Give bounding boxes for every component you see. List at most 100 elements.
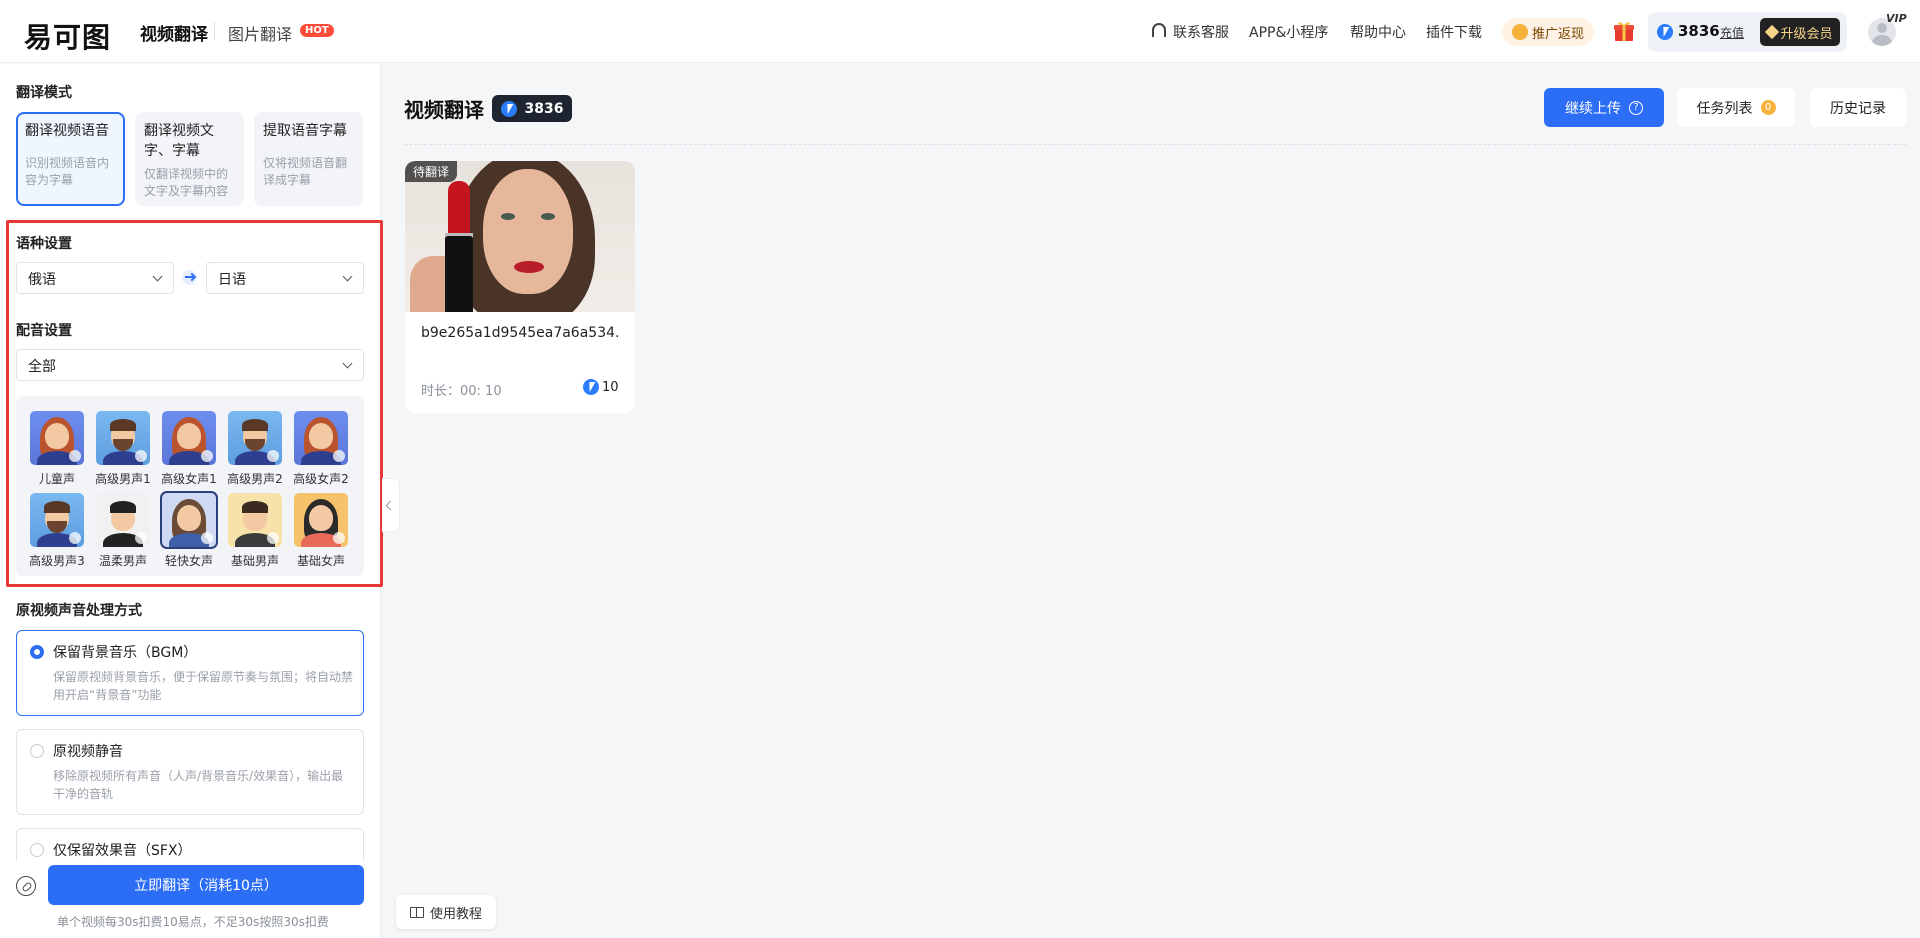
voice-label: 儿童声	[38, 472, 75, 486]
mode-card-voice[interactable]: 翻译视频语音 识别视频语音内容为字幕	[16, 112, 125, 206]
translate-button[interactable]: 立即翻译（消耗10点）	[48, 865, 364, 905]
voice-item[interactable]: 基础男声	[227, 493, 283, 569]
task-count-badge: 0	[1760, 100, 1776, 115]
mode-section-title: 翻译模式	[16, 85, 72, 101]
points-badge: 3836	[492, 95, 572, 122]
balance-value: 3836	[1678, 22, 1720, 40]
points-icon	[1657, 24, 1673, 40]
voice-item[interactable]: 高级男声1	[95, 411, 151, 487]
page-title: 视频翻译	[404, 98, 484, 122]
play-icon[interactable]	[69, 532, 81, 544]
diamond-icon	[1765, 24, 1780, 40]
voice-avatar	[30, 411, 84, 465]
support-link[interactable]: 联系客服	[1173, 22, 1229, 42]
continue-upload-button[interactable]: 继续上传 ?	[1544, 88, 1664, 127]
voice-label: 基础男声	[230, 554, 279, 568]
radio-button[interactable]	[30, 744, 44, 758]
target-language-select[interactable]: 日语	[206, 262, 364, 294]
mode-card-subtitle[interactable]: 提取语音字幕 仅将视频语音翻译成字幕	[254, 112, 363, 206]
divider	[404, 144, 1906, 145]
play-icon[interactable]	[267, 532, 279, 544]
audio-option-keep-bgm[interactable]: 保留背景音乐（BGM） 保留原视频背景音乐，便于保留原节奏与氛围；将自动禁用开启…	[16, 630, 364, 716]
points-icon	[583, 379, 599, 395]
voice-label: 高级男声1	[95, 472, 151, 486]
radio-button[interactable]	[30, 843, 44, 857]
help-icon[interactable]: ?	[1629, 100, 1643, 115]
voice-item[interactable]: 高级女声2	[293, 411, 349, 487]
mode-title: 翻译视频语音	[25, 123, 109, 139]
voice-item[interactable]: 高级男声3	[29, 493, 85, 569]
task-list-button[interactable]: 任务列表 0	[1677, 88, 1795, 127]
source-language-select[interactable]: 俄语	[16, 262, 174, 294]
dub-section-title: 配音设置	[16, 323, 72, 339]
mode-desc: 识别视频语音内容为字幕	[25, 156, 110, 187]
play-icon[interactable]	[267, 450, 279, 462]
mode-desc: 仅翻译视频中的文字及字幕内容	[144, 167, 229, 198]
arrow-right-icon	[182, 270, 197, 285]
promo-button[interactable]: 推广返现	[1502, 18, 1594, 46]
dub-filter-value: 全部	[28, 359, 56, 375]
play-icon[interactable]	[135, 532, 147, 544]
voice-avatar	[30, 493, 84, 547]
collapse-panel-handle[interactable]	[382, 478, 400, 532]
tasks-label: 任务列表	[1696, 100, 1753, 117]
play-icon[interactable]	[201, 450, 213, 462]
play-icon[interactable]	[69, 450, 81, 462]
history-button[interactable]: 历史记录	[1810, 88, 1906, 127]
upgrade-button[interactable]: 升级会员	[1760, 18, 1840, 46]
plugin-link[interactable]: 插件下载	[1426, 22, 1482, 42]
play-icon[interactable]	[333, 532, 345, 544]
top-bar: 易可图 视频翻译 图片翻译 HOT 联系客服 APP&小程序 帮助中心 插件下载…	[0, 0, 1920, 63]
radio-button[interactable]	[30, 645, 44, 659]
play-icon[interactable]	[135, 450, 147, 462]
hot-badge: HOT	[300, 24, 334, 37]
help-link[interactable]: 帮助中心	[1350, 22, 1406, 42]
gift-icon[interactable]	[1612, 19, 1636, 43]
billing-note: 单个视频每30s扣费10易点，不足30s按照30s扣费	[57, 915, 329, 929]
promo-label: 推广返现	[1531, 26, 1584, 42]
play-icon[interactable]	[201, 532, 213, 544]
app-link[interactable]: APP&小程序	[1249, 22, 1328, 42]
mode-desc: 仅将视频语音翻译成字幕	[263, 156, 348, 187]
play-icon[interactable]	[333, 450, 345, 462]
balance-box: 3836 充值 升级会员	[1648, 12, 1847, 52]
chevron-down-icon	[152, 271, 163, 282]
chevron-down-icon	[342, 358, 353, 369]
voice-item[interactable]: 基础女声	[293, 493, 349, 569]
voice-item[interactable]: 儿童声	[29, 411, 85, 487]
voice-avatar	[294, 493, 348, 547]
upgrade-label: 升级会员	[1780, 26, 1833, 42]
tutorial-button[interactable]: 使用教程	[396, 895, 496, 929]
voice-item-selected[interactable]: 轻快女声	[160, 491, 218, 569]
recharge-link[interactable]: 充值	[1720, 24, 1744, 41]
video-thumbnail[interactable]: 待翻译	[405, 161, 635, 312]
voice-avatar	[96, 411, 150, 465]
voice-label: 轻快女声	[164, 554, 213, 568]
voice-item[interactable]: 温柔男声	[95, 493, 151, 569]
voice-label: 高级女声2	[293, 472, 349, 486]
voice-avatar	[228, 411, 282, 465]
voice-item[interactable]: 高级女声1	[161, 411, 217, 487]
video-card[interactable]: 待翻译 b9e265a1d9545ea7a6a534... 时长：00: 10 …	[405, 161, 635, 413]
video-duration: 时长：00: 10	[421, 384, 502, 399]
voice-label: 温柔男声	[98, 554, 147, 568]
link-icon[interactable]	[16, 876, 36, 896]
nav-image-translate[interactable]: 图片翻译	[228, 21, 292, 45]
nav-video-translate[interactable]: 视频翻译	[140, 20, 208, 45]
video-cost: 10	[583, 379, 619, 395]
voice-label: 基础女声	[296, 554, 345, 568]
option-title: 仅保留效果音（SFX）	[53, 843, 192, 859]
points-value: 3836	[524, 100, 564, 117]
mode-card-text[interactable]: 翻译视频文字、字幕 仅翻译视频中的文字及字幕内容	[135, 112, 244, 206]
voice-avatar	[228, 493, 282, 547]
option-desc: 保留原视频背景音乐，便于保留原节奏与氛围；将自动禁用开启“背景音”功能	[53, 670, 354, 702]
dub-filter-select[interactable]: 全部	[16, 349, 364, 381]
headset-icon	[1152, 23, 1166, 37]
logo[interactable]: 易可图	[24, 16, 111, 56]
mode-title: 翻译视频文字、字幕	[144, 123, 214, 159]
points-icon	[500, 100, 517, 117]
option-title: 原视频静音	[53, 744, 123, 760]
book-icon	[409, 906, 424, 918]
voice-item[interactable]: 高级男声2	[227, 411, 283, 487]
audio-option-mute[interactable]: 原视频静音 移除原视频所有声音（人声/背景音乐/效果音），输出最干净的音轨	[16, 729, 364, 815]
